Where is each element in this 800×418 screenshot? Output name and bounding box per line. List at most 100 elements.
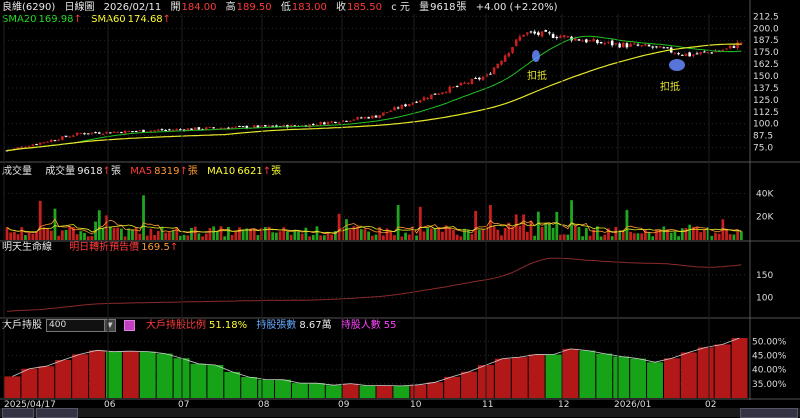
holder-bar xyxy=(579,350,596,398)
volume-bar xyxy=(710,235,714,240)
volume-bar xyxy=(422,231,426,240)
candle-body xyxy=(116,131,119,133)
candle-body xyxy=(640,45,643,47)
volume-bar xyxy=(27,232,31,240)
candle-body xyxy=(374,115,378,118)
volume-bar xyxy=(452,229,455,240)
candle-body xyxy=(618,43,621,48)
holder-bar xyxy=(697,347,714,398)
volume-bar xyxy=(577,226,581,240)
volume-bar xyxy=(286,231,289,240)
volume-bar xyxy=(407,234,411,240)
volume-bar xyxy=(477,230,481,240)
volume-bar xyxy=(274,232,278,240)
volume-bar xyxy=(134,227,138,240)
holder-bar xyxy=(190,363,207,398)
candle-body xyxy=(193,127,197,130)
volume-bar xyxy=(555,211,559,240)
candle-body xyxy=(168,129,171,131)
volume-bar xyxy=(725,228,728,240)
candle-body xyxy=(256,125,260,128)
volume-bar xyxy=(330,234,334,240)
holder-bar xyxy=(596,353,613,398)
candle-body xyxy=(522,34,525,37)
volume-bar xyxy=(717,233,721,240)
volume-bar xyxy=(282,227,286,240)
candle-body xyxy=(529,31,533,33)
holder-bar xyxy=(55,359,72,398)
volume-bar xyxy=(238,227,241,240)
candle-body xyxy=(49,139,53,142)
candle-body xyxy=(208,127,212,129)
volume-bar xyxy=(374,234,378,240)
volume-bar xyxy=(297,230,300,240)
candle-body xyxy=(238,126,241,128)
candle-body xyxy=(38,142,42,145)
candle-body xyxy=(204,127,208,130)
holder-bar xyxy=(359,385,376,398)
volume-bar xyxy=(625,209,629,240)
volume-bar xyxy=(415,235,418,240)
price-tick-label: 137.5 xyxy=(753,84,779,94)
candle-body xyxy=(703,51,706,53)
candle-body xyxy=(507,52,511,57)
chart-root: 良維(6290) 日線圖 2026/02/11 開184.00 高189.50 … xyxy=(0,0,800,418)
candle-body xyxy=(592,39,596,42)
holder-bar xyxy=(714,344,731,398)
candle-body xyxy=(363,117,367,119)
volume-bar xyxy=(359,229,363,240)
volume-bar xyxy=(584,227,588,240)
candle-body xyxy=(42,142,46,144)
candle-body xyxy=(500,60,503,65)
candle-body xyxy=(404,104,407,107)
candle-body xyxy=(267,125,271,127)
volume-bar xyxy=(182,234,186,240)
volume-bar xyxy=(496,229,500,240)
volume-bar xyxy=(573,226,577,240)
volume-bar xyxy=(326,233,330,240)
candle-body xyxy=(518,36,522,41)
candle-body xyxy=(463,82,466,84)
candle-body xyxy=(345,120,348,122)
holder-bar xyxy=(511,357,528,398)
candle-body xyxy=(658,46,662,48)
candle-body xyxy=(725,48,728,50)
volume-bar xyxy=(46,228,49,240)
volume-bar xyxy=(193,226,197,240)
candle-body xyxy=(352,119,356,121)
candle-body xyxy=(511,47,514,53)
holder-bar xyxy=(72,354,89,398)
volume-bar xyxy=(12,231,16,240)
volume-tick-label: 40K xyxy=(756,189,774,199)
volume-bar xyxy=(599,236,603,240)
holder-tick-label: 35.00% xyxy=(752,380,787,390)
candle-body xyxy=(53,140,57,142)
candle-body xyxy=(688,52,691,57)
candle-body xyxy=(662,47,666,49)
holder-bar xyxy=(647,362,663,398)
holder-bar xyxy=(21,368,38,398)
volume-bar xyxy=(230,235,234,240)
candle-body xyxy=(400,104,404,109)
holder-bar xyxy=(393,385,410,398)
volume-bar xyxy=(311,234,315,240)
candle-body xyxy=(112,131,116,133)
volume-bar xyxy=(49,230,53,240)
volume-bar xyxy=(348,229,352,240)
candle-body xyxy=(695,53,699,55)
candle-body xyxy=(156,129,160,131)
volume-bar xyxy=(322,235,326,240)
volume-bar xyxy=(97,210,101,240)
volume-bar xyxy=(112,227,116,240)
candle-body xyxy=(75,132,79,136)
volume-bar xyxy=(60,230,64,240)
candle-body xyxy=(677,53,680,55)
candle-body xyxy=(433,93,437,95)
candle-body xyxy=(551,34,555,38)
holder-bar xyxy=(207,365,224,398)
candle-body xyxy=(610,40,614,46)
volume-bar xyxy=(441,231,444,240)
volume-bar xyxy=(278,231,282,240)
volume-bar xyxy=(300,233,304,240)
candle-body xyxy=(241,126,245,128)
